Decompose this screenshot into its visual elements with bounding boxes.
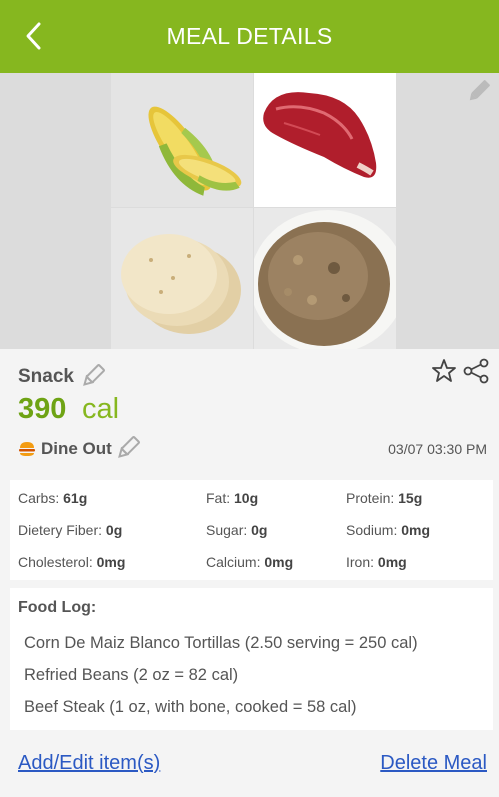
star-icon bbox=[432, 359, 456, 382]
meal-photo-collage[interactable] bbox=[0, 73, 499, 349]
pencil-icon bbox=[469, 80, 490, 101]
photo-refried-beans bbox=[254, 208, 396, 349]
header-bar: MEAL DETAILS bbox=[0, 0, 499, 73]
favorite-button[interactable] bbox=[430, 357, 458, 385]
edit-location-button[interactable] bbox=[114, 434, 142, 462]
nutrient-cholesterol: Cholesterol: 0mg bbox=[18, 554, 126, 570]
photo-tortillas bbox=[111, 208, 253, 349]
nutrient-protein: Protein: 15g bbox=[346, 490, 423, 506]
pencil-icon bbox=[83, 364, 105, 386]
food-log-card: Food Log: Corn De Maiz Blanco Tortillas … bbox=[10, 588, 493, 730]
burger-icon bbox=[19, 442, 35, 456]
delete-meal-link[interactable]: Delete Meal bbox=[380, 752, 487, 775]
page-title: MEAL DETAILS bbox=[166, 23, 333, 49]
food-log-item[interactable]: Corn De Maiz Blanco Tortillas (2.50 serv… bbox=[24, 634, 418, 653]
meal-datetime: 03/07 03:30 PM bbox=[388, 441, 487, 457]
nutrient-iron: Iron: 0mg bbox=[346, 554, 407, 570]
food-log-item[interactable]: Refried Beans (2 oz = 82 cal) bbox=[24, 666, 238, 685]
nutrient-fat: Fat: 10g bbox=[206, 490, 259, 506]
meal-type-label: Snack bbox=[18, 366, 74, 387]
nutrient-calcium: Calcium: 0mg bbox=[206, 554, 294, 570]
nutrition-card: Carbs: 61g Fat: 10g Protein: 15g Dietery… bbox=[10, 480, 493, 580]
edit-photo-button[interactable] bbox=[465, 77, 493, 105]
share-icon bbox=[463, 358, 489, 384]
food-log-item[interactable]: Beef Steak (1 oz, with bone, cooked = 58… bbox=[24, 698, 357, 717]
add-edit-items-link[interactable]: Add/Edit item(s) bbox=[18, 752, 160, 775]
calories-value: 390 bbox=[18, 393, 67, 425]
nutrient-sodium: Sodium: 0mg bbox=[346, 522, 431, 538]
pencil-icon bbox=[118, 436, 140, 458]
photo-beef-steak bbox=[254, 73, 396, 207]
calories-unit: cal bbox=[82, 393, 120, 425]
nutrient-sugar: Sugar: 0g bbox=[206, 522, 268, 538]
share-button[interactable] bbox=[462, 357, 490, 385]
meal-location-label: Dine Out bbox=[41, 439, 112, 458]
edit-meal-type-button[interactable] bbox=[79, 362, 107, 390]
photo-corn bbox=[111, 73, 253, 207]
nutrient-fiber: Dietery Fiber: 0g bbox=[18, 522, 123, 538]
nutrient-carbs: Carbs: 61g bbox=[18, 490, 88, 506]
food-log-title: Food Log: bbox=[18, 599, 97, 616]
